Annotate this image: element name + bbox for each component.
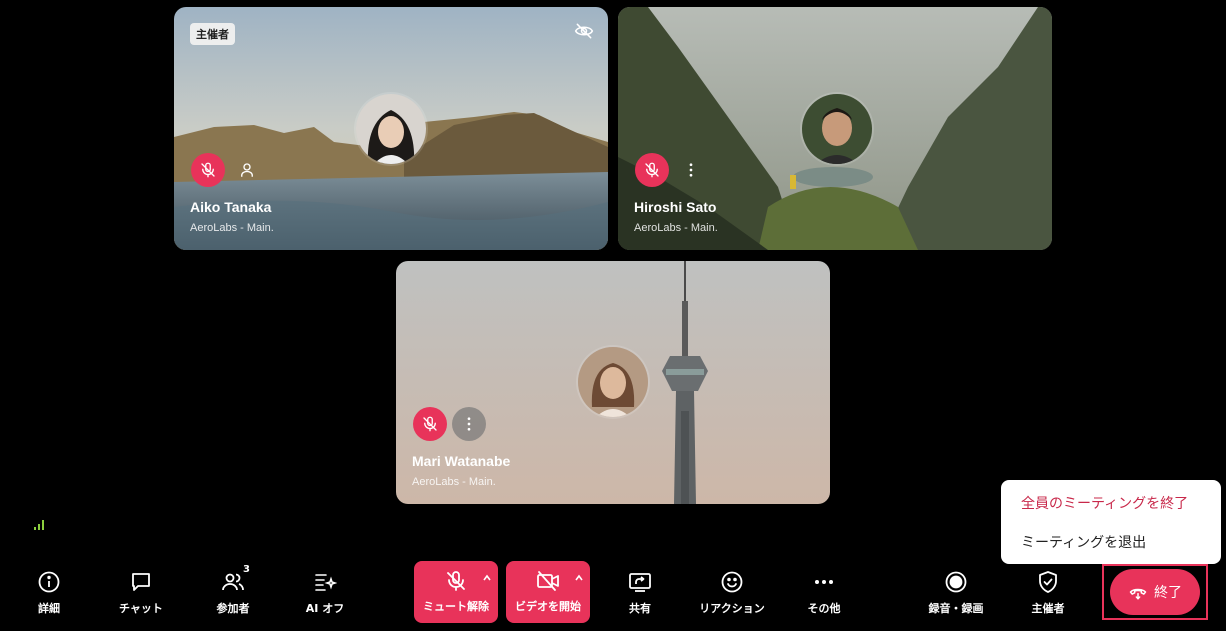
shield-check-icon (1039, 571, 1057, 593)
chat-icon (132, 573, 150, 591)
more-label: その他 (807, 602, 841, 615)
start-video-button[interactable]: ビデオを開始 (506, 561, 590, 623)
unmute-label: ミュート解除 (423, 600, 489, 613)
chevron-up-icon[interactable] (574, 573, 584, 583)
more-vertical-icon (689, 163, 693, 177)
record-icon (945, 571, 967, 593)
participant-more-button[interactable] (452, 407, 486, 441)
participant-tile-mari[interactable]: Mari Watanabe AeroLabs - Main. (396, 261, 830, 504)
reactions-label: リアクション (699, 602, 765, 615)
reactions-button[interactable]: リアクション (694, 565, 770, 623)
leave-meeting-menu-item[interactable]: ミーティングを退出 (1021, 532, 1146, 552)
more-button[interactable]: その他 (800, 565, 848, 623)
phone-hangup-icon (1129, 588, 1147, 600)
participant-name: Hiroshi Sato (634, 199, 717, 215)
participants-button[interactable]: 参加者 3 (204, 564, 262, 623)
eye-off-icon[interactable] (574, 21, 594, 41)
participant-more-button[interactable] (674, 153, 708, 187)
end-for-all-menu-item[interactable]: 全員のミーティングを終了 (1021, 493, 1188, 513)
info-icon (38, 571, 60, 593)
participants-label: 参加者 (216, 602, 250, 615)
person-icon (241, 163, 253, 177)
mic-off-icon (201, 162, 215, 178)
share-screen-icon (629, 573, 651, 592)
avatar (356, 94, 426, 164)
avatar (578, 347, 648, 417)
participant-tile-hiroshi[interactable]: Hiroshi Sato AeroLabs - Main. (618, 7, 1052, 250)
end-meeting-label: 終了 (1154, 584, 1182, 600)
participants-count-badge: 3 (243, 564, 250, 575)
unmute-button[interactable]: ミュート解除 (414, 561, 498, 623)
participant-tile-aiko[interactable]: 主催者 Aiko Tanaka AeroLabs - Main. (174, 7, 608, 250)
participant-subtitle: AeroLabs - Main. (412, 476, 496, 488)
video-off-icon (537, 571, 559, 591)
mic-off-icon (447, 571, 465, 591)
people-icon (222, 573, 244, 591)
ai-toggle-button[interactable]: AI オフ (296, 565, 354, 623)
share-label: 共有 (629, 602, 651, 615)
share-button[interactable]: 共有 (616, 565, 664, 623)
record-label: 録音・録画 (928, 602, 984, 615)
host-tools-button[interactable]: 主催者 (1021, 565, 1075, 623)
mic-off-icon (645, 162, 659, 178)
more-horizontal-icon (815, 580, 833, 584)
end-meeting-menu: 全員のミーティングを終了 ミーティングを退出 (1001, 480, 1221, 564)
chat-button[interactable]: チャット (110, 565, 172, 623)
participant-subtitle: AeroLabs - Main. (634, 222, 718, 234)
avatar (802, 94, 872, 164)
participant-name: Aiko Tanaka (190, 199, 272, 215)
chevron-up-icon[interactable] (482, 573, 492, 583)
host-badge: 主催者 (190, 23, 235, 45)
participant-action-button[interactable] (230, 153, 264, 187)
muted-indicator (635, 153, 669, 187)
host-tools-label: 主催者 (1031, 602, 1065, 615)
details-button[interactable]: 詳細 (24, 565, 74, 623)
muted-indicator (413, 407, 447, 441)
smile-icon (721, 571, 743, 593)
more-vertical-icon (467, 417, 471, 431)
start-video-label: ビデオを開始 (515, 600, 581, 613)
end-meeting-button[interactable]: 終了 (1110, 569, 1200, 615)
participant-subtitle: AeroLabs - Main. (190, 222, 274, 234)
participant-name: Mari Watanabe (412, 453, 511, 469)
record-button[interactable]: 録音・録画 (921, 565, 991, 623)
mic-off-icon (423, 416, 437, 432)
chat-label: チャット (119, 602, 163, 615)
ai-sparkle-icon (315, 574, 337, 591)
ai-label: AI オフ (305, 602, 345, 615)
signal-strength-icon (34, 520, 44, 530)
details-label: 詳細 (38, 602, 60, 615)
muted-indicator (191, 153, 225, 187)
